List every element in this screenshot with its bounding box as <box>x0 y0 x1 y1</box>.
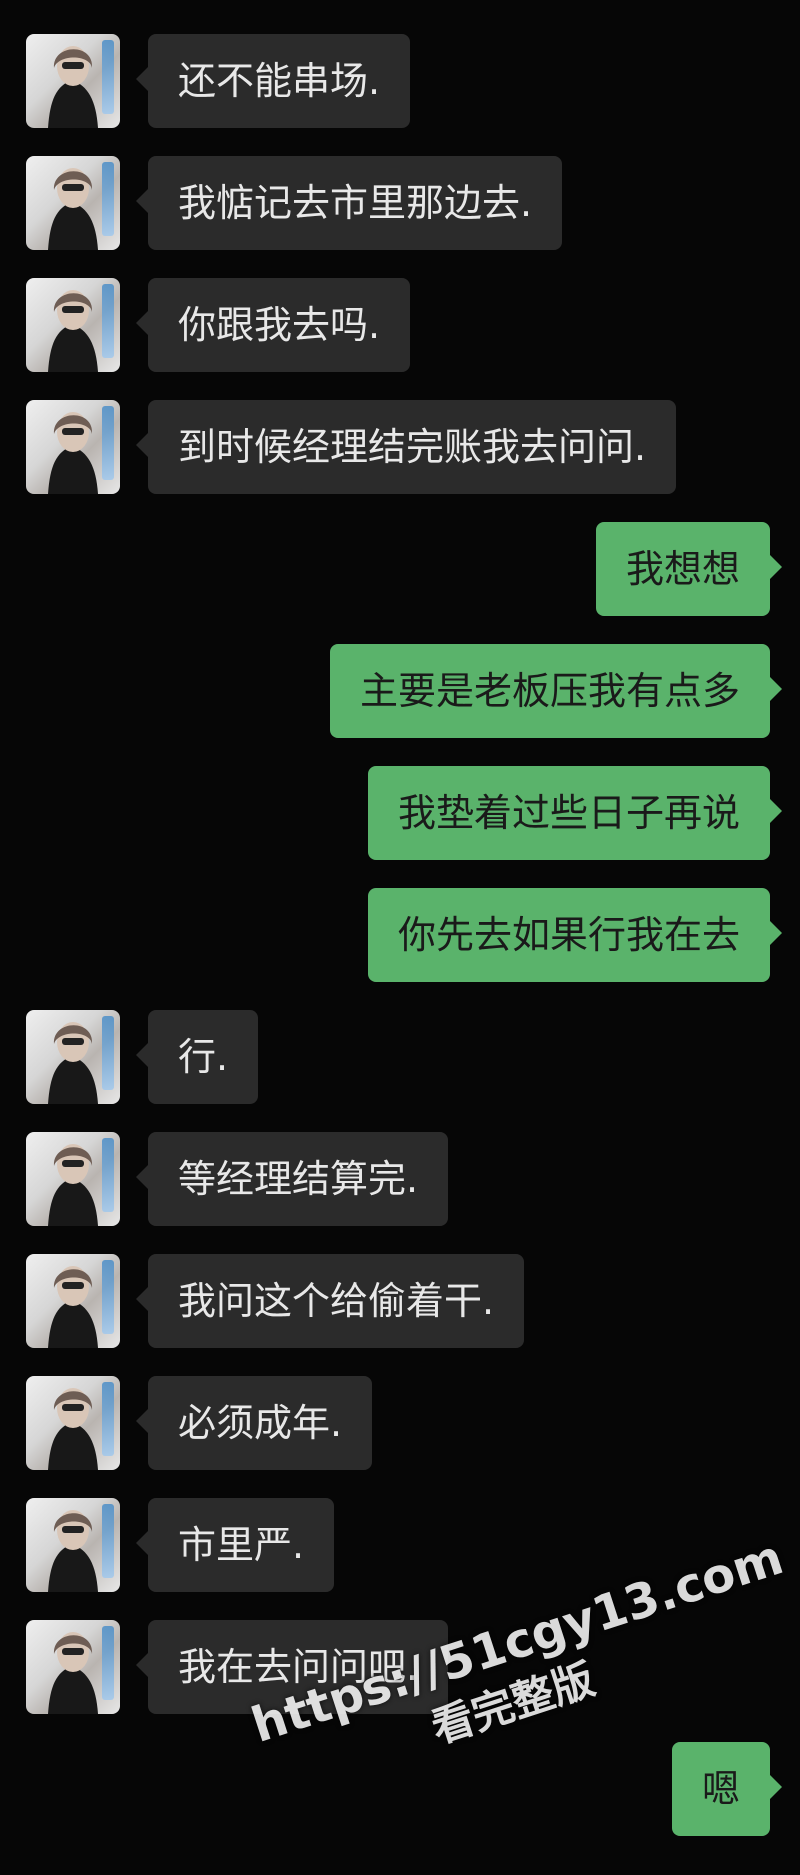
message-bubble[interactable]: 我想想 <box>595 522 783 616</box>
message-received: 行. <box>0 1010 800 1106</box>
avatar-stripe <box>102 1138 114 1212</box>
message-received: 必须成年. <box>0 1376 800 1472</box>
contact-avatar[interactable] <box>26 278 120 372</box>
avatar-stripe <box>102 1504 114 1578</box>
avatar-stripe <box>102 1382 114 1456</box>
message-sent: 你先去如果行我在去 <box>0 888 800 984</box>
avatar-stripe <box>102 406 114 480</box>
avatar-stripe <box>102 1016 114 1090</box>
message-bubble[interactable]: 嗯 <box>671 1742 783 1836</box>
contact-avatar[interactable] <box>26 1376 120 1470</box>
message-received: 我问这个给偷着干. <box>0 1254 800 1350</box>
message-bubble[interactable]: 还不能串场. <box>135 34 411 128</box>
message-bubble[interactable]: 我垫着过些日子再说 <box>367 766 783 860</box>
contact-avatar[interactable] <box>26 156 120 250</box>
contact-avatar[interactable] <box>26 1010 120 1104</box>
message-sent: 我垫着过些日子再说 <box>0 766 800 862</box>
message-received: 你跟我去吗. <box>0 278 800 374</box>
message-bubble[interactable]: 到时候经理结完账我去问问. <box>135 400 677 494</box>
message-bubble[interactable]: 你先去如果行我在去 <box>367 888 783 982</box>
contact-avatar[interactable] <box>26 400 120 494</box>
message-bubble[interactable]: 等经理结算完. <box>135 1132 449 1226</box>
message-received: 还不能串场. <box>0 34 800 130</box>
contact-avatar[interactable] <box>26 1132 120 1226</box>
avatar-stripe <box>102 1626 114 1700</box>
contact-avatar[interactable] <box>26 1498 120 1592</box>
message-bubble[interactable]: 主要是老板压我有点多 <box>329 644 783 738</box>
contact-avatar[interactable] <box>26 1254 120 1348</box>
avatar-stripe <box>102 40 114 114</box>
message-bubble[interactable]: 市里严. <box>135 1498 335 1592</box>
message-bubble[interactable]: 我问这个给偷着干. <box>135 1254 525 1348</box>
message-received: 我惦记去市里那边去. <box>0 156 800 252</box>
avatar-stripe <box>102 284 114 358</box>
message-sent: 我想想 <box>0 522 800 618</box>
message-sent: 主要是老板压我有点多 <box>0 644 800 740</box>
message-bubble[interactable]: 行. <box>135 1010 259 1104</box>
message-received: 到时候经理结完账我去问问. <box>0 400 800 496</box>
message-bubble[interactable]: 我惦记去市里那边去. <box>135 156 563 250</box>
message-bubble[interactable]: 你跟我去吗. <box>135 278 411 372</box>
avatar-stripe <box>102 162 114 236</box>
contact-avatar[interactable] <box>26 34 120 128</box>
message-received: 等经理结算完. <box>0 1132 800 1228</box>
contact-avatar[interactable] <box>26 1620 120 1714</box>
message-bubble[interactable]: 必须成年. <box>135 1376 373 1470</box>
avatar-stripe <box>102 1260 114 1334</box>
